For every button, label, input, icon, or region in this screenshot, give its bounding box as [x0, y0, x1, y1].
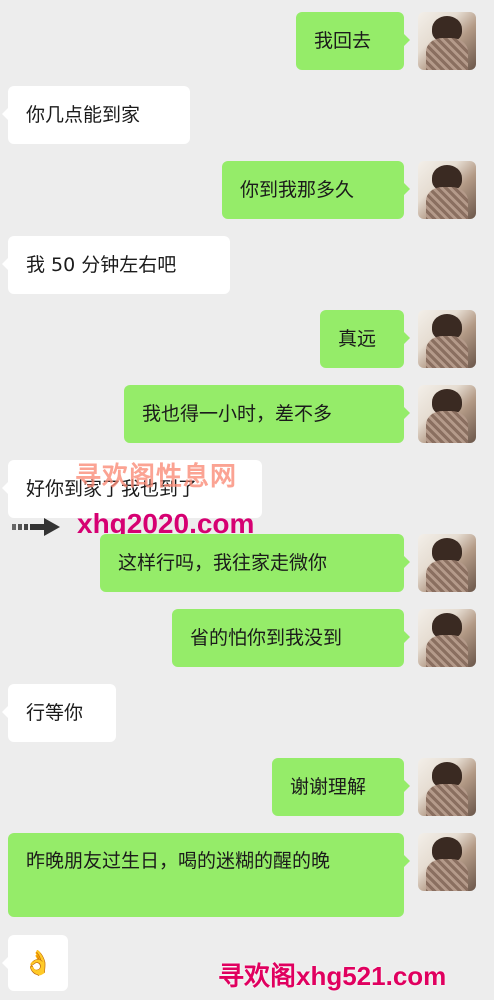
message-text: 行等你	[26, 702, 84, 724]
message-text: 真远	[338, 328, 377, 350]
message-bubble-sent[interactable]: 我回去	[296, 12, 410, 70]
avatar[interactable]	[418, 534, 476, 592]
message-bubble-sent[interactable]: 谢谢理解	[272, 758, 410, 816]
message-text: 你到我那多久	[240, 179, 355, 201]
message-bubble-sent[interactable]: 省的怕你到我没到	[172, 609, 410, 667]
avatar[interactable]	[418, 310, 476, 368]
watermark-text: 寻欢阁xhg521.com	[218, 961, 447, 991]
message-bubble-sent[interactable]: 我也得一小时，差不多	[124, 385, 410, 443]
message-text: 你几点能到家	[26, 104, 141, 126]
message-text: 我也得一小时，差不多	[142, 403, 333, 425]
message-text: 我 50 分钟左右吧	[26, 254, 177, 276]
message-text: 省的怕你到我没到	[190, 627, 343, 649]
ok-hand-emoji: 👌	[23, 949, 53, 977]
avatar[interactable]	[418, 161, 476, 219]
message-bubble-sent[interactable]: 真远	[320, 310, 410, 368]
avatar[interactable]	[418, 833, 476, 891]
avatar[interactable]	[418, 609, 476, 667]
watermark-text: 寻欢阁性息网	[75, 462, 238, 492]
message-bubble-received[interactable]: 你几点能到家	[2, 86, 190, 144]
message-bubble-sent[interactable]: 这样行吗，我往家走微你	[100, 534, 410, 592]
message-bubble-received[interactable]: 👌	[2, 935, 68, 991]
avatar[interactable]	[418, 758, 476, 816]
message-bubble-sent[interactable]: 你到我那多久	[222, 161, 410, 219]
message-bubble-received[interactable]: 行等你	[2, 684, 116, 742]
message-text: 昨晚朋友过生日，喝的迷糊的醒的晚	[26, 850, 331, 872]
message-bubble-sent[interactable]: 昨晚朋友过生日，喝的迷糊的醒的晚	[8, 833, 410, 917]
message-bubble-received[interactable]: 我 50 分钟左右吧	[2, 236, 230, 294]
arrow-right-icon	[12, 518, 60, 536]
avatar[interactable]	[418, 385, 476, 443]
avatar[interactable]	[418, 12, 476, 70]
message-text: 这样行吗，我往家走微你	[118, 552, 328, 574]
message-text: 谢谢理解	[290, 776, 367, 798]
message-text: 我回去	[314, 30, 372, 52]
